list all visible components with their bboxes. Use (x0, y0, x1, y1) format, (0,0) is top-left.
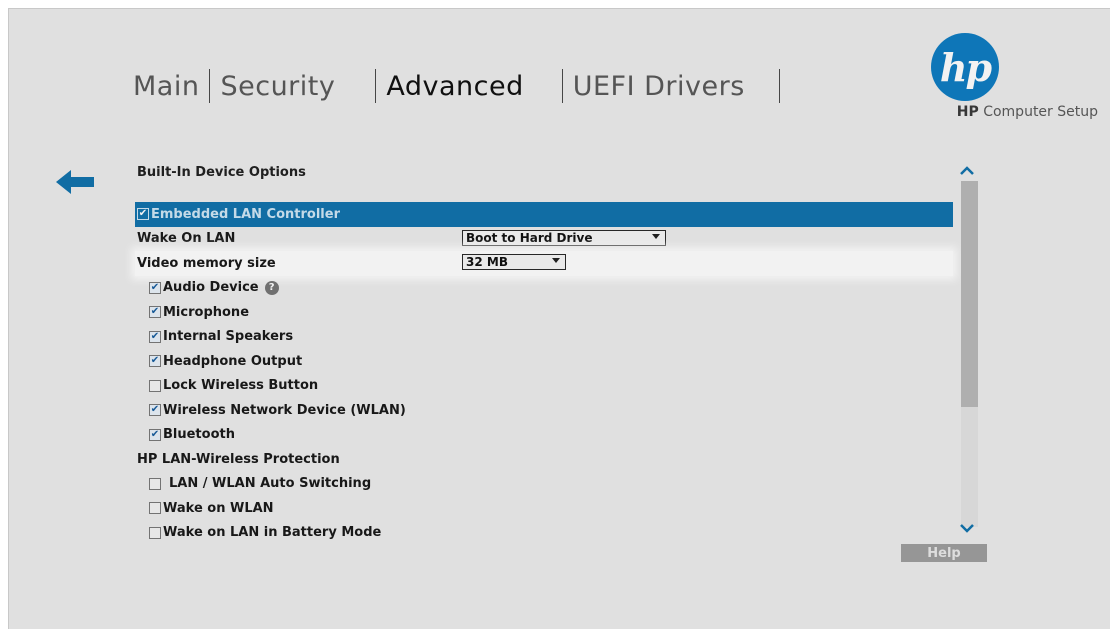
scrollbar-thumb[interactable] (961, 181, 978, 407)
tab-security[interactable]: Security (220, 71, 335, 102)
subsection-label: HP LAN-Wireless Protection (137, 451, 340, 467)
option-label: Wake on LAN in Battery Mode (163, 525, 382, 541)
video-memory-select[interactable]: 32 MB (462, 254, 566, 270)
option-label: Embedded LAN Controller (151, 206, 340, 222)
option-label: Internal Speakers (163, 329, 294, 345)
option-label: Audio Device (163, 280, 259, 296)
option-label: Wake on WLAN (163, 500, 274, 516)
wake-on-lan-select[interactable]: Boot to Hard Drive (462, 229, 666, 246)
checkbox[interactable]: ✔ (149, 355, 161, 368)
select-value: 32 MB (466, 255, 508, 269)
checkbox[interactable]: ✔ (149, 281, 161, 294)
hp-logo: hp (931, 33, 999, 101)
option-microphone[interactable]: ✔ Microphone (135, 300, 953, 325)
chevron-down-icon[interactable] (957, 519, 977, 537)
option-lock-wireless-button[interactable]: Lock Wireless Button (135, 374, 953, 399)
option-headphone-output[interactable]: ✔ Headphone Output (135, 349, 953, 374)
option-label: Wireless Network Device (WLAN) (163, 402, 406, 418)
back-arrow-icon[interactable] (56, 169, 96, 195)
chevron-down-icon (652, 233, 660, 239)
option-label: Microphone (163, 304, 250, 320)
checkbox[interactable] (149, 526, 161, 539)
option-label: LAN / WLAN Auto Switching (169, 476, 372, 492)
setup-title: HP Computer Setup (957, 104, 1098, 120)
option-video-memory-size: Video memory size 32 MB (135, 251, 953, 276)
chevron-down-icon (552, 258, 560, 263)
tab-divider (561, 69, 563, 103)
subsection-hp-lan-wireless-protection: HP LAN-Wireless Protection (135, 447, 953, 472)
checkbox[interactable]: ✔ (149, 428, 161, 441)
setup-title-brand: HP (956, 104, 979, 120)
option-label: Video memory size (137, 255, 276, 271)
checkbox[interactable]: ✔ (149, 404, 161, 417)
tab-divider (209, 69, 211, 103)
option-bluetooth[interactable]: ✔ Bluetooth (135, 423, 953, 448)
checkbox[interactable]: ✔ (149, 330, 161, 343)
tab-bar: Main Security Advanced UEFI Drivers (133, 66, 790, 106)
help-icon[interactable]: ? (264, 280, 279, 295)
option-wake-on-wlan[interactable]: Wake on WLAN (135, 496, 953, 521)
option-label: Wake On LAN (137, 231, 236, 247)
tab-divider (778, 69, 780, 103)
option-internal-speakers[interactable]: ✔ Internal Speakers (135, 325, 953, 350)
checkbox[interactable] (149, 502, 161, 515)
tab-divider (375, 69, 377, 103)
option-label: Bluetooth (163, 427, 235, 443)
tab-advanced[interactable]: Advanced (386, 71, 523, 102)
section-title: Built-In Device Options (137, 165, 306, 180)
setup-title-text: Computer Setup (978, 104, 1098, 120)
tab-main[interactable]: Main (133, 71, 199, 102)
select-value: Boot to Hard Drive (466, 230, 593, 245)
help-button[interactable]: Help (901, 544, 987, 562)
option-label: Headphone Output (163, 353, 303, 369)
option-wake-on-lan-battery[interactable]: Wake on LAN in Battery Mode (135, 521, 953, 546)
option-list: ✔ Embedded LAN Controller Wake On LAN Bo… (135, 202, 953, 545)
chevron-up-icon[interactable] (957, 162, 977, 180)
tab-uefi-drivers[interactable]: UEFI Drivers (573, 71, 745, 102)
option-label: Lock Wireless Button (163, 378, 319, 394)
option-wake-on-lan: Wake On LAN Boot to Hard Drive (135, 227, 953, 252)
option-audio-device[interactable]: ✔ Audio Device ? (135, 276, 953, 301)
checkbox[interactable]: ✔ (137, 208, 149, 221)
checkbox[interactable]: ✔ (149, 306, 161, 319)
option-lan-wlan-auto-switching[interactable]: LAN / WLAN Auto Switching (135, 472, 953, 497)
checkbox[interactable] (149, 379, 161, 392)
option-embedded-lan-controller[interactable]: ✔ Embedded LAN Controller (135, 202, 953, 227)
checkbox[interactable] (149, 477, 161, 490)
hp-logo-text: hp (939, 44, 992, 90)
option-wireless-network-device[interactable]: ✔ Wireless Network Device (WLAN) (135, 398, 953, 423)
bios-screen: Main Security Advanced UEFI Drivers hp H… (8, 8, 1110, 629)
